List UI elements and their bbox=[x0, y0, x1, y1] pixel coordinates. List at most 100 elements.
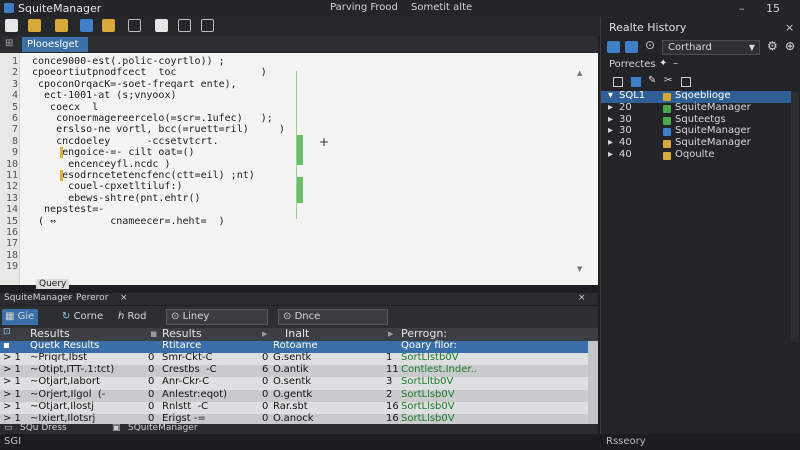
panel-name: SquiteManager bbox=[4, 293, 73, 303]
scroll-up-icon[interactable]: ▲ bbox=[577, 69, 582, 77]
table-cell: Rar.sbt bbox=[273, 400, 308, 412]
folder-icon[interactable] bbox=[613, 77, 623, 87]
table-cell: O.anock bbox=[273, 413, 314, 424]
table-row[interactable]: > 1 ~Otjart,Ilostj 0 Rnlstt -C 0 Rar.sbt 16 Sor… bbox=[0, 400, 588, 414]
column-header[interactable]: Results bbox=[30, 327, 70, 340]
tree-item-number: 40 bbox=[619, 149, 632, 160]
column-header[interactable]: Inalt bbox=[285, 327, 309, 340]
results-grid[interactable]: ▪ Quetk Results Rtitarce Rotoame Qoary f… bbox=[0, 340, 598, 426]
history-scrollbar[interactable] bbox=[791, 92, 799, 342]
history-close-button[interactable]: × bbox=[785, 21, 794, 34]
tree-item-number: 30 bbox=[619, 125, 632, 137]
column-sort-icon[interactable]: ▸ bbox=[388, 327, 394, 340]
table-cell: 0 bbox=[262, 352, 269, 363]
expand-arrow-icon[interactable]: ▸ bbox=[608, 114, 613, 125]
column-sort-icon[interactable]: ▸ bbox=[262, 327, 268, 340]
dnce-field[interactable]: ⊙ Dnce bbox=[278, 309, 388, 325]
expand-arrow-icon[interactable]: ▸ bbox=[608, 125, 613, 136]
breakpoint-marker[interactable] bbox=[60, 147, 63, 159]
rod-button[interactable]: ℎ Rod bbox=[118, 309, 147, 325]
column-sort-icon[interactable]: ▪ bbox=[150, 327, 157, 340]
table-row[interactable]: > 1 ~Otjart,Iabort 0 Anr-Ckr-C 0 O.sentk 3 Sort… bbox=[0, 376, 588, 389]
edit-icon[interactable]: ✎ bbox=[648, 75, 656, 86]
history-filter-value: Corthard bbox=[668, 42, 712, 53]
bottom-bar: SGI Rsseory bbox=[0, 434, 800, 450]
copy-icon[interactable] bbox=[128, 19, 141, 32]
database-icon bbox=[663, 93, 671, 101]
code-line: coecx l bbox=[32, 101, 99, 113]
panel-close-icon[interactable]: × bbox=[120, 293, 128, 303]
title-bar: SquiteManager Parving Frood Sometit alte… bbox=[0, 0, 800, 17]
table-row[interactable]: > 1 ~Otipt,ITT-.1:tct) 0 Crestbs -C 6 O.antik… bbox=[0, 364, 588, 378]
filter-icon: ℎ bbox=[118, 311, 125, 322]
line-number: 18 bbox=[5, 249, 18, 261]
table-cell: 0 bbox=[262, 376, 269, 388]
database-icon bbox=[663, 116, 671, 125]
editor-tab-active[interactable]: Plooeslget bbox=[22, 37, 88, 52]
table-cell: 0 bbox=[262, 400, 269, 412]
table-cell: Anr-Ckr-C bbox=[162, 376, 210, 388]
code-line: erslso-ne vortl, bcc(=ruett=ril) ) bbox=[32, 124, 285, 136]
line-number: 13 bbox=[5, 192, 18, 204]
scroll-down-icon[interactable]: ▼ bbox=[577, 265, 582, 273]
add-icon[interactable]: ⊕ bbox=[785, 39, 795, 53]
cut-icon[interactable] bbox=[201, 19, 214, 32]
liney-field[interactable]: ⊙ Liney bbox=[166, 309, 268, 325]
table-row[interactable]: > 1 ~Orjert,Ilgol (- 0 Anlestr:eqot) 0 O.gent… bbox=[0, 389, 588, 402]
table-row[interactable]: > 1 ~Priqrt,Ibst 0 Smr-Ckt-C 0 G.sentk 1 SortLl… bbox=[0, 352, 588, 365]
pin-icon[interactable]: ✦ bbox=[659, 58, 667, 69]
tree-item-label: Sqoeblioge bbox=[675, 90, 731, 101]
expand-arrow-icon[interactable]: ▸ bbox=[608, 102, 613, 113]
save-icon[interactable] bbox=[631, 77, 641, 87]
minimize-button[interactable]: – bbox=[739, 2, 745, 15]
code-line: ect-1001-at (s;vnyoox) bbox=[32, 90, 177, 102]
history-folder-icon[interactable] bbox=[625, 41, 638, 53]
sql-editor[interactable]: 1 2 3 4 5 6 7 8 9 10 11 12 13 14 15 16 17 18 19 conce9000-… bbox=[0, 53, 598, 289]
column-header[interactable]: Perrogn: bbox=[401, 327, 447, 340]
new-file-icon[interactable] bbox=[5, 19, 18, 32]
tools-icon[interactable]: ✂ bbox=[664, 75, 672, 86]
code-line: encenceyfl.ncdc ) bbox=[32, 158, 171, 170]
save-icon[interactable] bbox=[155, 19, 168, 32]
column-icon: ⊡ bbox=[3, 327, 11, 337]
tree-item-number: 30 bbox=[619, 113, 632, 125]
line-number: 7 bbox=[11, 124, 18, 136]
connect-icon[interactable] bbox=[80, 19, 93, 32]
tree-item-label: SquiteManager bbox=[675, 137, 751, 149]
results-scrollbar[interactable] bbox=[588, 341, 598, 426]
expand-arrow-icon[interactable]: ▾ bbox=[608, 90, 613, 101]
editor-scrollbar[interactable]: ▲ ▼ bbox=[577, 69, 583, 281]
paste-icon[interactable] bbox=[178, 19, 191, 32]
results-tab[interactable]: ▦ Gie bbox=[2, 309, 38, 325]
expand-arrow-icon[interactable]: ▸ bbox=[608, 137, 613, 148]
history-filter-select[interactable]: Corthard ▼ bbox=[662, 40, 760, 55]
code-line: engoice-=- cilt oat=() bbox=[32, 147, 195, 159]
close-icon[interactable]: – bbox=[673, 58, 678, 69]
breakpoint-marker[interactable] bbox=[60, 170, 63, 181]
corne-button[interactable]: ↻ Corne bbox=[62, 309, 103, 325]
tree-item-label: Oqoulte bbox=[675, 149, 715, 160]
database-folder-icon[interactable] bbox=[55, 19, 68, 32]
query-icon[interactable] bbox=[102, 19, 115, 32]
grid-icon: ▦ bbox=[5, 311, 15, 322]
copy-icon[interactable] bbox=[681, 77, 691, 87]
tree-item[interactable]: ▸ 40 Oqoulte bbox=[601, 149, 791, 162]
tab-scroll-left-icon[interactable]: ⊞ bbox=[5, 38, 13, 49]
search-icon[interactable]: ⊙ bbox=[645, 38, 655, 52]
table-cell: 1 bbox=[386, 352, 393, 363]
open-folder-icon[interactable] bbox=[28, 19, 41, 32]
panel-subtitle: Pereror bbox=[76, 293, 109, 303]
panel-close-icon[interactable]: × bbox=[578, 293, 586, 303]
line-number: 10 bbox=[5, 158, 18, 170]
query-label[interactable]: Query bbox=[36, 279, 70, 289]
history-db-icon[interactable] bbox=[607, 41, 620, 53]
column-header[interactable]: Results bbox=[162, 327, 202, 340]
settings-gear-icon[interactable]: ⚙ bbox=[767, 39, 778, 53]
panel-pin-icon[interactable]: – bbox=[68, 293, 73, 303]
code-line: ( ⇔ cnameecer=.heht= ) bbox=[32, 215, 225, 227]
expand-arrow-icon[interactable]: ▸ bbox=[608, 149, 613, 160]
code-line: cpoconOrqacK=-soet-freqart ente), bbox=[32, 78, 237, 90]
status-icon: ▭ bbox=[4, 423, 13, 433]
history-toolbar: ⊙ Corthard ▼ ⚙ ⊕ bbox=[601, 37, 800, 57]
line-number: 16 bbox=[5, 227, 18, 238]
